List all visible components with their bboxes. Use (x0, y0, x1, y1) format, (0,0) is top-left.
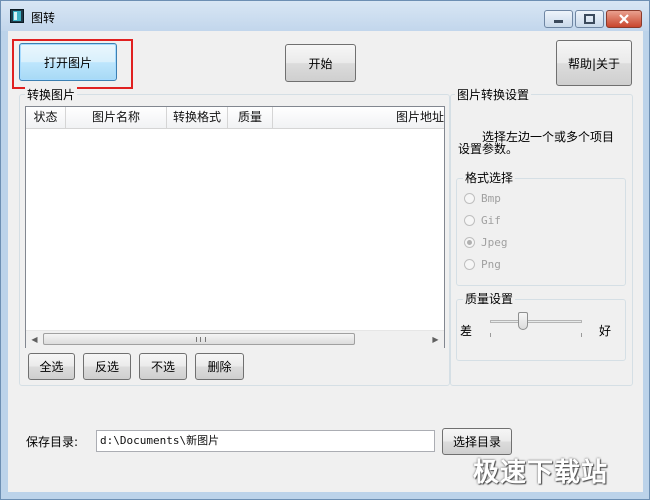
radio-png-label: Png (481, 257, 501, 271)
highlight-box (12, 39, 133, 89)
close-button[interactable] (606, 10, 642, 28)
settings-hint-line2: 设置参数。 (458, 142, 519, 156)
radio-bmp-label: Bmp (481, 191, 501, 205)
help-about-button[interactable]: 帮助|关于 (556, 40, 632, 86)
watermark-logo: 极速下载站 (473, 458, 609, 488)
minimize-button[interactable] (544, 10, 573, 28)
radio-bmp-circle (464, 192, 475, 204)
slider-tick (581, 333, 582, 337)
quality-low-label: 差 (460, 324, 473, 338)
column-image-path[interactable]: 图片地址 (273, 107, 444, 128)
start-button[interactable]: 开始 (285, 44, 356, 82)
title-bar[interactable]: 图转 (1, 1, 649, 31)
select-all-button[interactable]: 全选 (28, 353, 75, 380)
app-window: 图转 打开图片 开始 帮助|关于 转换图片 状态 图片名称 转换格式 质量 图片… (0, 0, 650, 500)
radio-png-circle (464, 258, 475, 270)
column-status[interactable]: 状态 (26, 107, 66, 128)
radio-png[interactable]: Png (464, 256, 501, 272)
format-group-title: 格式选择 (463, 169, 516, 186)
select-none-button[interactable]: 不选 (139, 353, 187, 380)
radio-jpeg-circle (464, 236, 475, 248)
window-title: 图转 (31, 11, 56, 25)
radio-bmp[interactable]: Bmp (464, 190, 501, 206)
slider-tick (490, 333, 491, 337)
quality-slider-track[interactable] (490, 320, 582, 323)
column-image-name[interactable]: 图片名称 (66, 107, 167, 128)
app-image-icon (10, 9, 24, 23)
save-dir-input[interactable]: d:\Documents\新图片 (96, 430, 435, 452)
settings-group-title: 图片转换设置 (455, 86, 532, 103)
maximize-icon (584, 14, 595, 24)
radio-jpeg[interactable]: Jpeg (464, 234, 508, 250)
scroll-right-icon[interactable]: ▶ (427, 331, 444, 348)
radio-gif-circle (464, 214, 475, 226)
minimize-icon (554, 20, 563, 23)
save-dir-label: 保存目录: (26, 435, 79, 449)
radio-gif-label: Gif (481, 213, 501, 227)
image-list[interactable]: 状态 图片名称 转换格式 质量 图片地址 ◀ ▶ (25, 106, 445, 348)
column-quality[interactable]: 质量 (228, 107, 273, 128)
close-icon (619, 14, 629, 24)
quality-slider-thumb[interactable] (518, 312, 528, 330)
grip-icon (196, 337, 206, 342)
scroll-thumb[interactable] (43, 333, 355, 345)
convert-list-group-title: 转换图片 (25, 86, 78, 103)
radio-jpeg-label: Jpeg (481, 235, 508, 249)
client-area: 打开图片 开始 帮助|关于 转换图片 状态 图片名称 转换格式 质量 图片地址 … (8, 31, 643, 492)
invert-selection-button[interactable]: 反选 (83, 353, 131, 380)
scroll-left-icon[interactable]: ◀ (26, 331, 43, 348)
browse-dir-button[interactable]: 选择目录 (442, 428, 512, 455)
delete-button[interactable]: 删除 (195, 353, 244, 380)
radio-gif[interactable]: Gif (464, 212, 501, 228)
column-format[interactable]: 转换格式 (167, 107, 228, 128)
horizontal-scrollbar[interactable]: ◀ ▶ (26, 330, 444, 348)
list-header: 状态 图片名称 转换格式 质量 图片地址 (26, 107, 444, 129)
quality-group-title: 质量设置 (463, 290, 516, 307)
quality-high-label: 好 (599, 324, 612, 338)
maximize-button[interactable] (575, 10, 604, 28)
